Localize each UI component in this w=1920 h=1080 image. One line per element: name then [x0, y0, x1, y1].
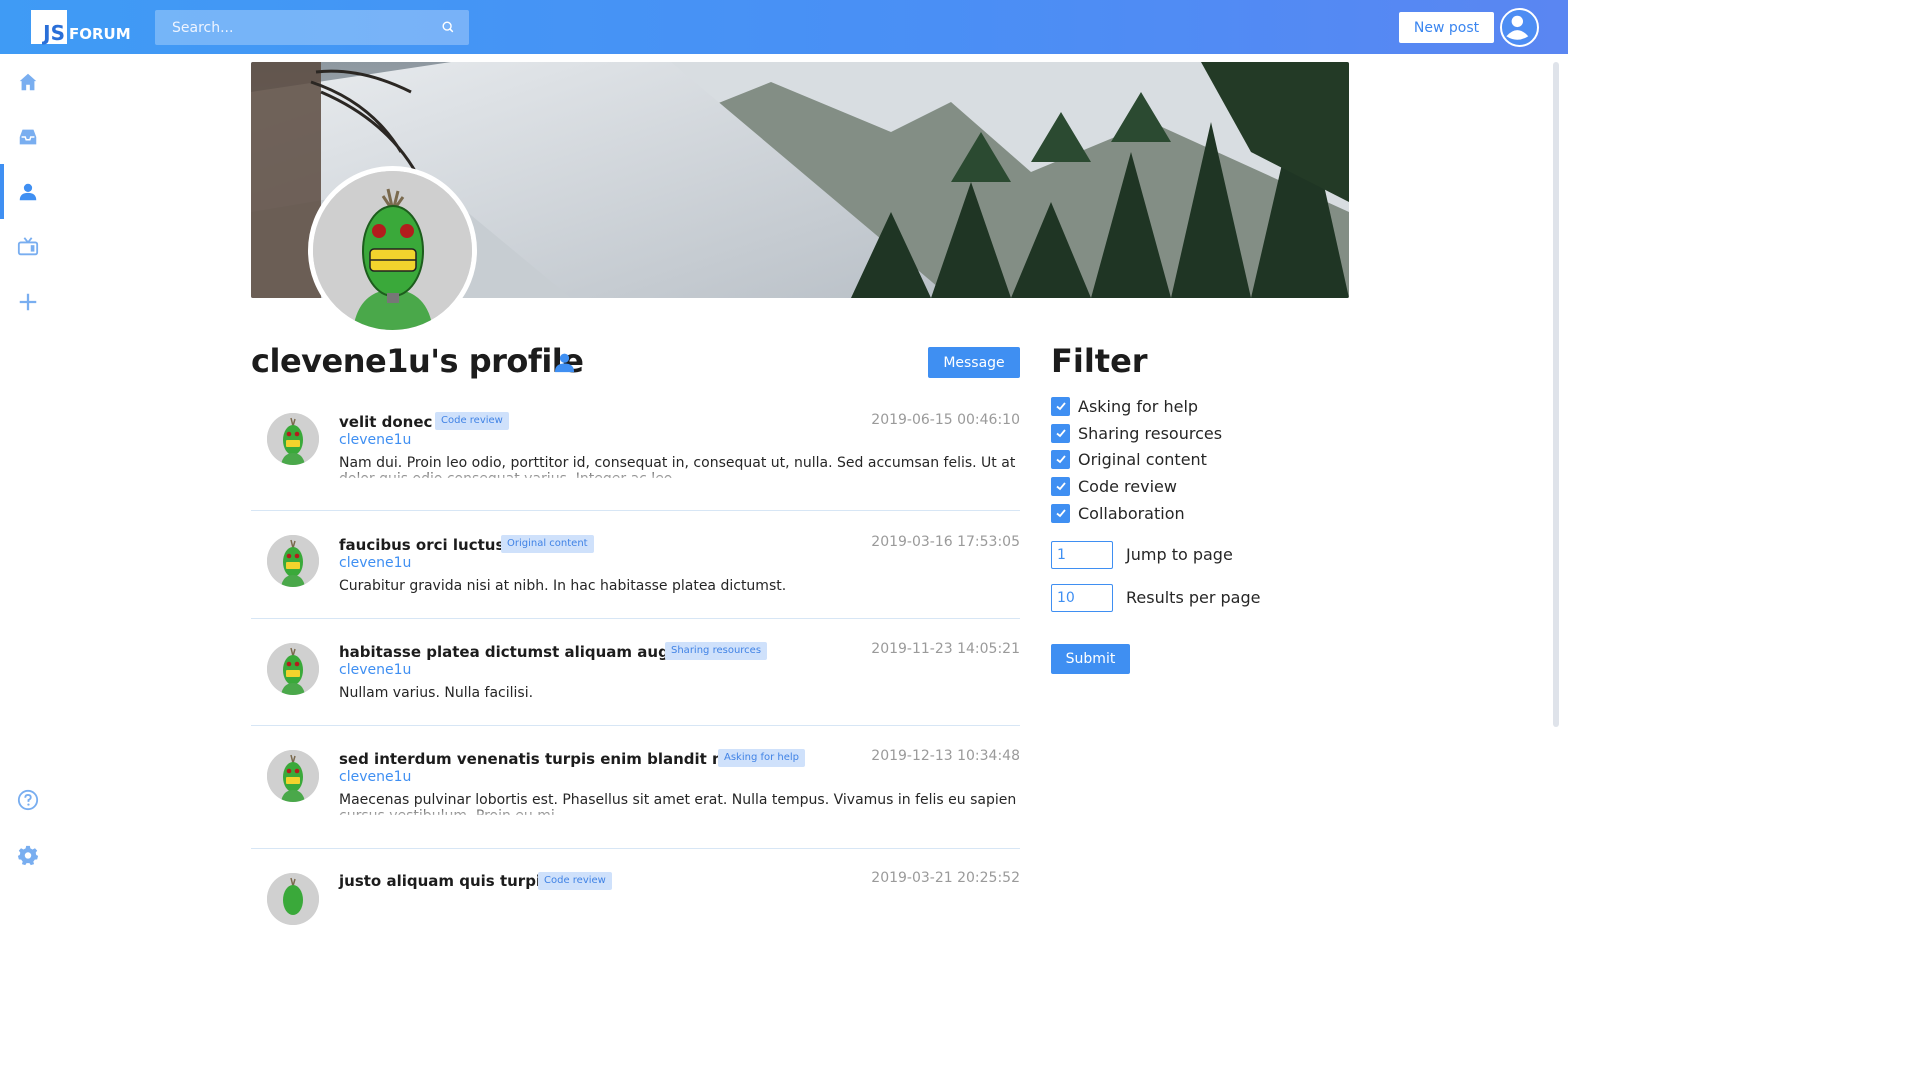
filter-option-label: Sharing resources	[1078, 423, 1223, 443]
message-button[interactable]: Message	[928, 347, 1020, 378]
user-icon	[19, 183, 36, 200]
help-icon	[17, 789, 38, 810]
post-date: 2019-06-15 00:46:10	[871, 412, 1020, 428]
checkmark-icon	[1055, 429, 1066, 438]
post-item[interactable]: justo aliquam quis turpis Code review 20…	[251, 849, 1020, 925]
jump-to-page-input[interactable]	[1051, 541, 1113, 569]
search-box	[155, 10, 469, 45]
filter-option-label: Original content	[1078, 449, 1207, 469]
gear-icon	[17, 845, 38, 865]
post-excerpt: Maecenas pulvinar lobortis est. Phasellu…	[339, 792, 1017, 815]
inbox-icon	[19, 129, 36, 144]
checkmark-icon	[1055, 402, 1066, 411]
sidebar-item-home[interactable]	[0, 54, 55, 109]
filter-option-label: Asking for help	[1078, 396, 1199, 416]
jump-to-page-label: Jump to page	[1126, 545, 1233, 564]
robot-avatar-image	[267, 750, 319, 802]
forum-logo[interactable]: JS FORUM	[31, 10, 131, 44]
post-tag[interactable]: Original content	[501, 535, 594, 553]
sidebar-item-tv[interactable]	[0, 219, 55, 274]
checkbox-checked[interactable]	[1051, 423, 1070, 443]
robot-avatar-image	[267, 535, 319, 587]
filter-option-original-content[interactable]: Original content	[1051, 449, 1207, 469]
post-author-link[interactable]: clevene1u	[339, 662, 411, 678]
post-title[interactable]: justo aliquam quis turpis	[339, 872, 550, 890]
logo-wordmark: FORUM	[69, 25, 131, 43]
sidebar-item-settings[interactable]	[0, 827, 55, 882]
top-navbar: JS FORUM New post	[0, 0, 1568, 54]
sidebar-item-add[interactable]	[0, 274, 55, 329]
checkbox-checked[interactable]	[1051, 396, 1070, 416]
post-item[interactable]: velit donec Code review clevene1u 2019-0…	[251, 398, 1020, 511]
filter-title: Filter	[1051, 342, 1148, 380]
post-item[interactable]: sed interdum venenatis turpis enim bland…	[251, 726, 1020, 849]
user-badge-icon	[554, 353, 575, 373]
post-tag[interactable]: Code review	[538, 872, 612, 890]
logo-js-mark: JS	[31, 10, 67, 44]
sidebar-item-help[interactable]	[0, 772, 55, 827]
filter-option-label: Code review	[1078, 476, 1177, 496]
submit-button[interactable]: Submit	[1051, 644, 1130, 674]
checkbox-checked[interactable]	[1051, 503, 1070, 523]
post-date: 2019-11-23 14:05:21	[871, 641, 1020, 657]
filter-option-label: Collaboration	[1078, 503, 1185, 523]
post-title[interactable]: faucibus orci luctus	[339, 536, 504, 554]
filter-option-asking-for-help[interactable]: Asking for help	[1051, 396, 1198, 416]
checkbox-checked[interactable]	[1051, 476, 1070, 496]
account-icon	[1502, 10, 1533, 41]
checkbox-checked[interactable]	[1051, 449, 1070, 469]
search-input[interactable]	[155, 10, 469, 45]
post-date: 2019-12-13 10:34:48	[871, 748, 1020, 764]
post-title[interactable]: sed interdum venenatis turpis enim bland…	[339, 750, 754, 768]
post-item[interactable]: habitasse platea dictumst aliquam augue …	[251, 619, 1020, 726]
post-title[interactable]: velit donec	[339, 413, 432, 431]
search-icon[interactable]	[441, 20, 455, 34]
home-icon	[19, 73, 36, 90]
tv-icon	[17, 236, 38, 255]
post-item[interactable]: faucibus orci luctus Original content cl…	[251, 511, 1020, 619]
robot-avatar-image	[267, 413, 319, 465]
post-tag[interactable]: Code review	[435, 412, 509, 430]
robot-avatar-image	[267, 873, 319, 925]
post-author-link[interactable]: clevene1u	[339, 555, 411, 571]
post-excerpt: Nullam varius. Nulla facilisi.	[339, 685, 534, 701]
checkmark-icon	[1055, 455, 1066, 464]
results-per-page-input[interactable]	[1051, 584, 1113, 612]
post-tag[interactable]: Asking for help	[718, 749, 806, 767]
plus-icon	[19, 293, 36, 310]
robot-avatar-image	[267, 643, 319, 695]
post-title[interactable]: habitasse platea dictumst aliquam augue	[339, 643, 690, 661]
filter-option-code-review[interactable]: Code review	[1051, 476, 1177, 496]
post-author-avatar[interactable]	[267, 873, 319, 925]
post-author-link[interactable]: clevene1u	[339, 432, 411, 448]
post-tag[interactable]: Sharing resources	[665, 642, 768, 660]
filter-option-collaboration[interactable]: Collaboration	[1051, 503, 1185, 523]
post-author-avatar[interactable]	[267, 643, 319, 695]
post-excerpt: Curabitur gravida nisi at nibh. In hac h…	[339, 578, 787, 594]
profile-avatar	[308, 166, 477, 335]
user-avatar-button[interactable]	[1500, 8, 1539, 47]
post-author-avatar[interactable]	[267, 750, 319, 802]
post-date: 2019-03-16 17:53:05	[871, 534, 1020, 550]
results-per-page-label: Results per page	[1126, 588, 1261, 607]
sidebar-item-profile[interactable]	[0, 164, 55, 219]
checkmark-icon	[1055, 509, 1066, 518]
page-scrollbar[interactable]	[1553, 62, 1559, 727]
robot-avatar-image	[313, 171, 472, 330]
checkmark-icon	[1055, 482, 1066, 491]
profile-title: clevene1u's profile	[251, 342, 584, 380]
filter-option-sharing-resources[interactable]: Sharing resources	[1051, 423, 1222, 443]
sidebar-item-inbox[interactable]	[0, 109, 55, 164]
post-author-avatar[interactable]	[267, 413, 319, 465]
left-sidebar	[0, 54, 55, 882]
post-excerpt: Nam dui. Proin leo odio, porttitor id, c…	[339, 455, 1016, 478]
new-post-button[interactable]: New post	[1399, 12, 1494, 43]
post-date: 2019-03-21 20:25:52	[871, 870, 1020, 886]
post-author-link[interactable]: clevene1u	[339, 769, 411, 785]
post-author-avatar[interactable]	[267, 535, 319, 587]
